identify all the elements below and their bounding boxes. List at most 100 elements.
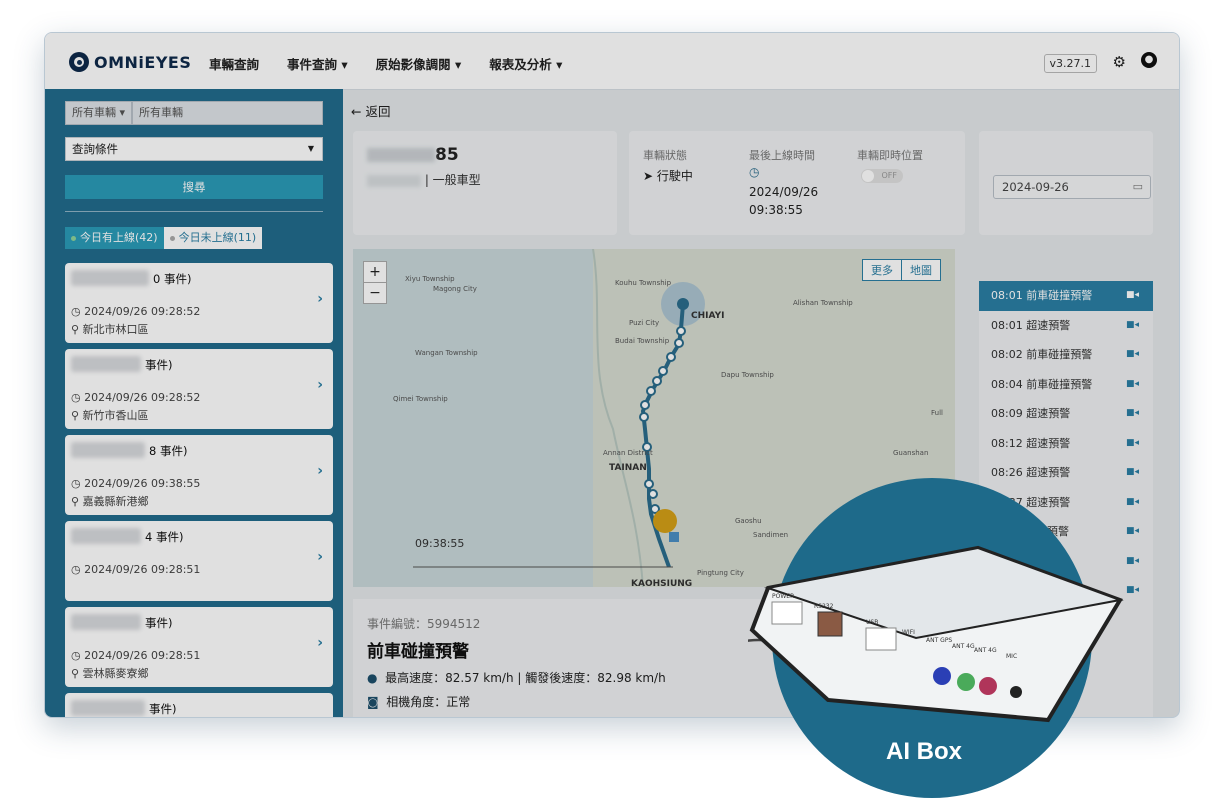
tab-offline[interactable]: 今日未上線(11) [163, 227, 263, 249]
blurred-plate [71, 442, 145, 458]
last-online-date: 2024/09/26 [749, 185, 819, 199]
realtime-toggle[interactable]: OFF [861, 169, 903, 183]
port-label: RS232 [814, 603, 834, 610]
video-camera-icon[interactable]: ■◂ [1126, 429, 1139, 459]
tab-online[interactable]: 今日有上線(42) [65, 227, 164, 249]
tab-online-label: 今日有上線(42) [80, 231, 158, 244]
video-camera-icon[interactable]: ■◂ [1126, 340, 1139, 370]
main-nav: 車輛查詢 事件查詢 ▾ 原始影像調閱 ▾ 報表及分析 ▾ [209, 54, 590, 73]
vehicle-card[interactable]: 4 事件) ◷ 2024/09/26 09:28:51 › [65, 521, 333, 601]
vehicle-plate: 85 [367, 145, 459, 165]
gear-icon[interactable]: ⚙ [1113, 53, 1126, 71]
nav-vehicle-query[interactable]: 車輛查詢 [209, 54, 259, 73]
map-label: Puzi City [629, 319, 660, 327]
event-number: 事件編號：5994512 [367, 617, 481, 631]
green-dot-icon [71, 235, 76, 241]
date-input[interactable]: 2024-09-26 ▭ [993, 175, 1151, 199]
vehicle-card[interactable]: 事件) ◷ 2024/09/26 09:28:51 ⚲ 雲林縣麥寮鄉 › [65, 607, 333, 687]
blurred-plate [71, 270, 149, 286]
map-label: Budai Township [615, 337, 670, 345]
video-camera-icon[interactable]: ■◂ [1126, 370, 1139, 400]
nav-event-query[interactable]: 事件查詢 ▾ [287, 54, 348, 73]
card-time: ◷ 2024/09/26 09:28:52 [71, 305, 201, 318]
card-name: 事件) [149, 702, 177, 716]
chevron-right-icon: › [317, 635, 323, 651]
query-condition-select[interactable]: 查詢條件 ▼ [65, 137, 323, 161]
map-label: Xiyu Township [405, 275, 455, 283]
map-label: Qimei Township [393, 395, 448, 403]
port-label: ANT 4G [974, 647, 997, 654]
gray-dot-icon [169, 235, 175, 241]
vehicle-pin-icon[interactable] [669, 532, 679, 542]
nav-reports[interactable]: 報表及分析 ▾ [489, 54, 562, 73]
video-camera-icon[interactable]: ■◂ [1126, 311, 1139, 341]
vehicle-search-input[interactable]: 所有車輛 [132, 101, 323, 125]
map-label: Alishan Township [793, 299, 853, 307]
blurred-plate [71, 356, 141, 372]
zoom-out-button[interactable]: − [364, 282, 386, 303]
user-avatar-icon[interactable]: ● [1141, 52, 1157, 68]
last-online-time: 09:38:55 [749, 203, 803, 217]
vehicle-type: | 一般車型 [367, 171, 481, 188]
vehicle-status-panel: 車輛狀態 ➤ 行駛中 最後上線時間 ◷ 2024/09/26 09:38:55 … [629, 131, 965, 235]
event-item[interactable]: 08:04 前車碰撞預警 ■◂ [979, 370, 1153, 400]
zoom-in-button[interactable]: + [364, 262, 386, 282]
version-badge: v3.27.1 [1043, 54, 1097, 73]
event-item[interactable]: 08:26 超速預警 ■◂ [979, 458, 1153, 488]
port-label: POWER [772, 593, 794, 600]
vehicle-select[interactable]: 所有車輛 ▾ [65, 101, 133, 125]
chevron-right-icon: › [317, 549, 323, 565]
port-label: ANT 4G [952, 643, 975, 650]
video-camera-icon[interactable]: ■◂ [1126, 281, 1139, 311]
map-timestamp: 09:38:55 [415, 537, 465, 550]
ai-box-label: AI Box [886, 738, 963, 765]
camera-icon: ◙ [367, 695, 379, 709]
video-camera-icon[interactable]: ■◂ [1126, 488, 1139, 518]
date-panel: 2024-09-26 ▭ [979, 131, 1153, 235]
card-time: ◷ 2024/09/26 09:38:55 [71, 477, 201, 490]
vehicle-card[interactable]: 事件) [65, 693, 333, 717]
event-cluster-marker[interactable] [653, 509, 677, 533]
calendar-icon: ▭ [1132, 180, 1143, 193]
card-name: 事件) [145, 616, 173, 630]
brand-logo[interactable]: OMNiEYES [69, 51, 191, 73]
event-item[interactable]: 08:01 超速預警 ■◂ [979, 311, 1153, 341]
event-item[interactable]: 08:12 超速預警 ■◂ [979, 429, 1153, 459]
event-item[interactable]: 08:01 前車碰撞預警 ■◂ [979, 281, 1153, 311]
card-location: ⚲ 新北市林口區 [71, 323, 149, 336]
event-item[interactable]: 08:09 超速預警 ■◂ [979, 399, 1153, 429]
map-label: Gaoshu [735, 517, 762, 525]
video-camera-icon[interactable]: ■◂ [1126, 458, 1139, 488]
vehicle-card[interactable]: 事件) ◷ 2024/09/26 09:28:52 ⚲ 新竹市香山區 › [65, 349, 333, 429]
card-location: ⚲ 雲林縣麥寮鄉 [71, 667, 149, 680]
top-navbar: OMNiEYES 車輛查詢 事件查詢 ▾ 原始影像調閱 ▾ 報表及分析 ▾ v3… [45, 33, 1179, 90]
logo-text: OMNiEYES [94, 52, 192, 72]
port-label: MIC [1006, 653, 1017, 660]
map-mode-buttons: 更多 地圖 [862, 259, 941, 281]
nav-raw-video[interactable]: 原始影像調閱 ▾ [376, 54, 462, 73]
sidebar-divider [65, 211, 323, 212]
chevron-right-icon: › [317, 463, 323, 479]
video-camera-icon[interactable]: ■◂ [1126, 399, 1139, 429]
event-speed: ● 最高速度：82.57 km/h | 觸發後速度：82.98 km/h [367, 671, 666, 685]
tab-offline-label: 今日未上線(11) [178, 231, 257, 244]
realtime-label: 車輛即時位置 [857, 149, 923, 162]
card-location: ⚲ 嘉義縣新港鄉 [71, 495, 149, 508]
event-camera: ◙ 相機角度：正常 [367, 695, 471, 709]
card-name: 8 事件) [149, 444, 188, 458]
vehicle-card[interactable]: 8 事件) ◷ 2024/09/26 09:38:55 ⚲ 嘉義縣新港鄉 › [65, 435, 333, 515]
card-name: 0 事件) [153, 272, 192, 286]
card-time: ◷ 2024/09/26 09:28:51 [71, 563, 201, 576]
search-button[interactable]: 搜尋 [65, 175, 323, 199]
event-item[interactable]: 08:02 前車碰撞預警 ■◂ [979, 340, 1153, 370]
back-button[interactable]: ← 返回 [351, 101, 390, 120]
map-button[interactable]: 地圖 [901, 260, 940, 280]
more-button[interactable]: 更多 [863, 260, 901, 280]
map-label: CHIAYI [691, 311, 725, 321]
map-label: Wangan Township [415, 349, 478, 357]
info-icon: ● [367, 671, 378, 685]
last-online-label: 最後上線時間 [749, 149, 815, 162]
chevron-down-icon: ▼ [307, 144, 314, 153]
vehicle-card[interactable]: 0 事件) ◷ 2024/09/26 09:28:52 ⚲ 新北市林口區 › [65, 263, 333, 343]
ai-box-device-image: POWER RS232 USB WIFI ANT GPS ANT 4G ANT … [748, 545, 1124, 723]
